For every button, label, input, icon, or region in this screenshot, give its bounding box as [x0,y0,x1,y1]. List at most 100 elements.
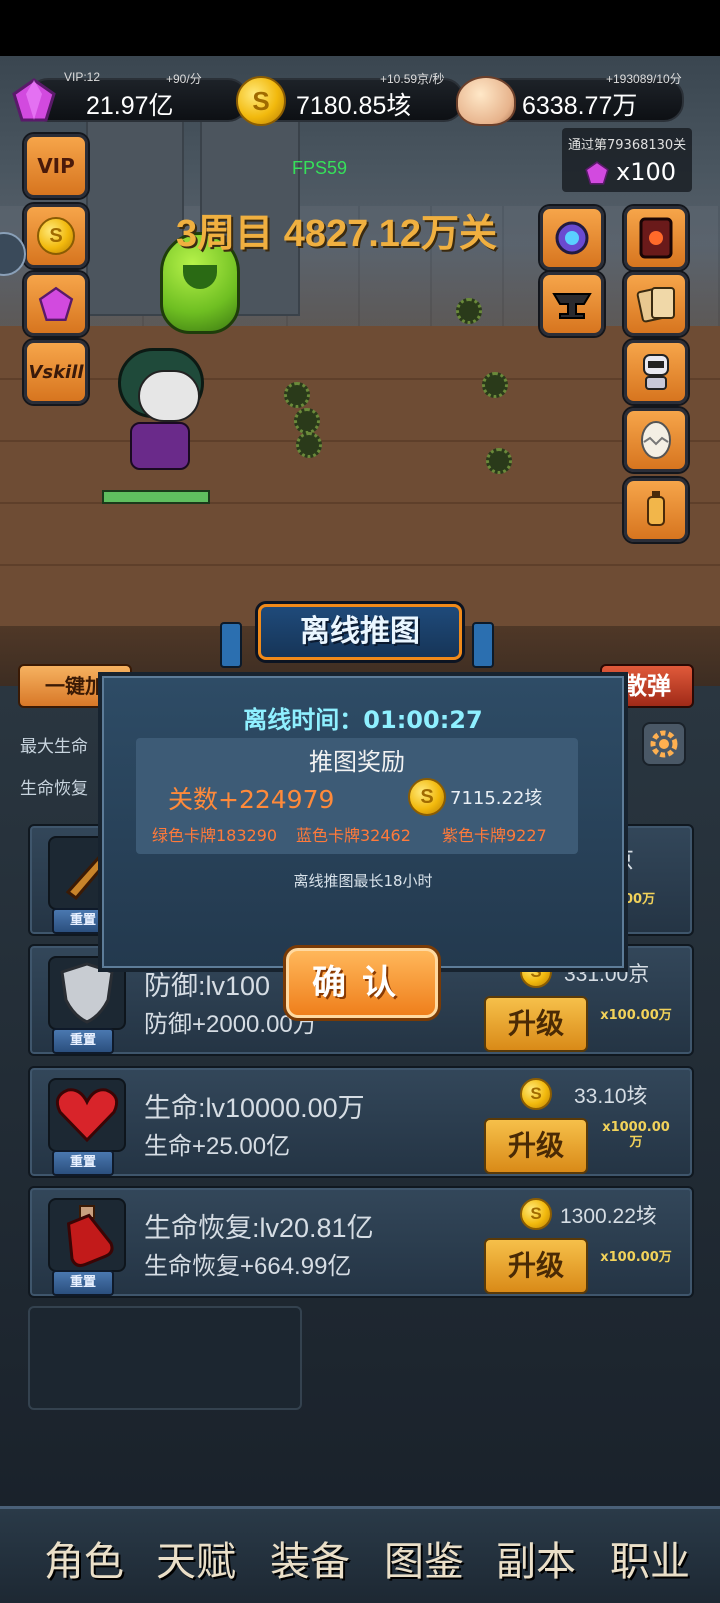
spike-mine [486,448,512,474]
heart-icon [48,1078,126,1152]
spike-mine [482,372,508,398]
upgrade-cost-value: 1300.22垓 [560,1205,657,1228]
robot-icon [643,354,669,390]
lantern-button[interactable] [624,478,688,542]
coin-icon: S [236,76,286,126]
reset-button[interactable]: 重置 [52,1028,114,1054]
pass-notice: 通过第79368130关 [568,138,687,153]
upgrade-button[interactable]: 升级 [484,1238,588,1294]
offline-note: 离线推图最长18小时 [293,872,433,890]
card-back-icon [639,217,673,259]
coin-rate: +10.59京/秒 [380,72,445,86]
cards-button[interactable] [624,272,688,336]
upgrade-card-life: 重置 生命:lv10000.00万 生命+25.00亿 S 33.10垓 升级 … [28,1066,694,1178]
reset-button[interactable]: 重置 [52,1150,114,1176]
dialog-title: 离线推图 [300,614,420,649]
gem-icon [38,286,74,322]
cards-icon [636,287,675,323]
life-bonus: 生命+25.00亿 [144,1133,291,1160]
robot-button[interactable] [624,340,688,404]
status-bar [0,0,720,56]
offline-dialog: 离线时间：01:00:27 推图奖励 关数+224979 S 7115.22垓 … [98,672,628,972]
offline-time: 离线时间：01:00:27 [243,706,483,734]
dialog-title-bar: 离线推图 [258,604,462,660]
gem-icon [12,78,56,122]
egg-icon [641,421,671,459]
nav-tab-equipment[interactable]: 装备 [270,1529,350,1587]
skull-rate: +193089/10分 [606,72,682,86]
vip-button[interactable]: VIP [24,134,88,198]
gem-icon [585,161,609,185]
nav-tab-class[interactable]: 职业 [610,1529,690,1587]
gem-shop-button[interactable] [24,272,88,336]
reset-button[interactable]: 重置 [52,1270,114,1296]
eye-monster-icon [555,221,589,255]
coin-icon: S [408,778,446,816]
hero-character [112,348,204,478]
upgrade-cost-value: 33.10垓 [574,1085,648,1108]
vip-label: VIP:12 [64,70,101,84]
regen-bonus: 生命恢复+664.99亿 [144,1253,352,1280]
reward-header: 推图奖励 [309,748,405,776]
gem-value: 21.97亿 [86,92,174,120]
vskill-label: Vskill [28,361,84,383]
upgrade-multiplier[interactable]: x100.00万 [586,1246,686,1265]
gear-icon [650,730,678,758]
upgrade-button[interactable]: 升级 [484,1118,588,1174]
spike-mine [296,432,322,458]
nav-tab-character[interactable]: 角色 [44,1529,124,1587]
max-hp-label: 最大生命 [20,737,88,757]
upgrade-cost: S 1300.22垓 [520,1198,690,1230]
fps-counter: FPS59 [292,158,348,178]
upgrade-card-regen: 重置 生命恢复:lv20.81亿 生命恢复+664.99亿 S 1300.22垓… [28,1186,694,1298]
coin-shop-button[interactable]: S [24,204,88,268]
upgrade-multiplier[interactable]: x1000.00 万 [586,1120,686,1150]
skull-value: 6338.77万 [522,92,638,120]
upgrade-cost: S 33.10垓 [520,1078,690,1110]
hero-health-bar [102,490,210,504]
nav-tab-dungeon[interactable]: 副本 [496,1529,576,1587]
title-bracket-right [472,622,494,668]
coin-icon: S [520,1078,552,1110]
levels-gain: 关数+224979 [168,785,335,814]
upgrade-button[interactable]: 升级 [484,996,588,1052]
empty-slot [28,1306,302,1410]
vip-label-text: VIP [37,154,75,178]
potion-icon [48,1198,126,1272]
bottom-nav: 角色 天赋 装备 图鉴 副本 职业 [0,1506,720,1603]
pass-reward-amount: x100 [616,158,677,186]
regen-level: 生命恢复:lv20.81亿 [144,1213,374,1243]
spike-mine [456,298,482,324]
arena-floor [0,326,720,626]
life-level: 生命:lv10000.00万 [144,1093,365,1123]
coin-value: 7180.85垓 [296,92,412,120]
coin-icon: S [37,217,75,255]
reward-box: 推图奖励 关数+224979 S 7115.22垓 绿色卡牌183290 蓝色卡… [136,738,578,854]
nav-tab-talent[interactable]: 天赋 [156,1529,236,1587]
gem-rate: +90/分 [166,72,202,86]
blue-cards: 蓝色卡牌32462 [296,826,411,845]
title-bracket-left [220,622,242,668]
eye-boss-button[interactable] [540,206,604,270]
nav-tab-codex[interactable]: 图鉴 [384,1529,464,1587]
anvil-icon [552,293,592,319]
stage-title: 3周目 4827.12万关 [176,213,498,255]
vskill-button[interactable]: Vskill [24,340,88,404]
pass-reward-box: 通过第79368130关 x100 [562,128,692,192]
card-deck-button[interactable] [624,206,688,270]
egg-button[interactable] [624,408,688,472]
game-scene[interactable]: VIP:12 +90/分 21.97亿 S +10.59京/秒 7180.85垓… [0,56,720,686]
upgrade-multiplier[interactable]: x100.00万 [586,1004,686,1023]
coin-icon: S [520,1198,552,1230]
settings-button[interactable] [642,722,686,766]
regen-label: 生命恢复 [20,779,88,799]
anvil-button[interactable] [540,272,604,336]
green-cards: 绿色卡牌183290 [152,826,278,845]
confirm-button[interactable]: 确认 [286,948,438,1018]
lantern-icon [647,491,665,526]
spike-mine [284,382,310,408]
skull-icon [456,76,516,126]
coin-gain: 7115.22垓 [450,788,543,809]
spike-mine [294,408,320,434]
purple-cards: 紫色卡牌9227 [442,826,547,845]
